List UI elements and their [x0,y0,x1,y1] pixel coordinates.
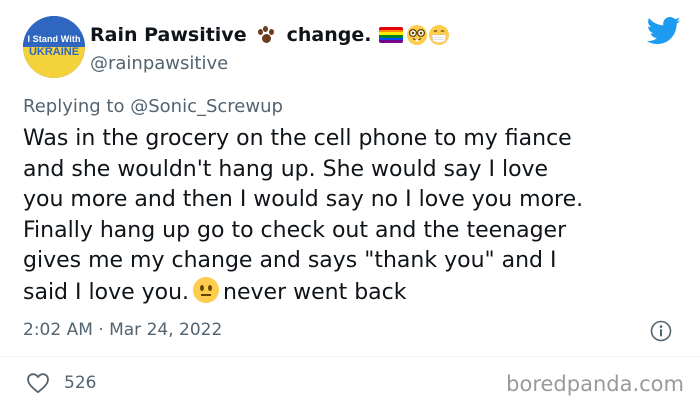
like-count: 526 [64,373,97,393]
tweet-text: Was in the grocery on the cell phone to … [23,124,683,308]
replying-to: Replying to @Sonic_Screwup [23,96,283,117]
tweet-text-line: gives me my change and says "thank you" … [23,248,557,273]
tweet-text-segment: said I love you. [23,279,190,305]
tweet-text-line: you more and then I would say no I love … [23,187,584,212]
tweet-text-last-line: said I love you. never went back [23,276,683,309]
display-name[interactable]: Rain Pawsitive [90,24,247,46]
tweet-card: I Stand With UKRAINE Rain Pawsitive chan… [0,0,700,410]
replying-to-label: Replying to [23,96,125,117]
name-suffix: change. [286,24,372,46]
tweet-text-line: and she wouldn't hang up. She would say … [23,156,549,182]
name-row: Rain Pawsitive change. [90,23,450,47]
nerd-face-icon [407,25,428,45]
tweet-header: I Stand With UKRAINE Rain Pawsitive chan… [23,16,683,80]
tweet-text-segment: never went back [223,279,407,305]
neutral-face-icon [193,276,220,303]
paw-prints-icon [257,26,277,44]
heart-icon[interactable] [26,372,50,394]
avatar[interactable]: I Stand With UKRAINE [23,16,85,78]
reply-mention-link[interactable]: @Sonic_Screwup [130,96,283,117]
divider [0,356,700,357]
tweet-text-line: Finally hang up go to check out and the … [23,217,567,243]
watermark: boredpanda.com [506,372,684,396]
tweet-timestamp[interactable]: 2:02 AM · Mar 24, 2022 [23,320,222,340]
rainbow-flag-icon [379,27,404,43]
user-handle[interactable]: @rainpawsitive [90,53,228,74]
avatar-text-line1: I Stand With [27,34,81,44]
avatar-text-line2: UKRAINE [28,46,80,58]
like-action[interactable]: 526 [26,371,96,395]
face-with-mask-icon [429,25,450,45]
info-icon[interactable] [650,320,672,342]
twitter-bird-icon[interactable] [647,16,681,46]
tweet-text-line: Was in the grocery on the cell phone to … [23,126,572,151]
